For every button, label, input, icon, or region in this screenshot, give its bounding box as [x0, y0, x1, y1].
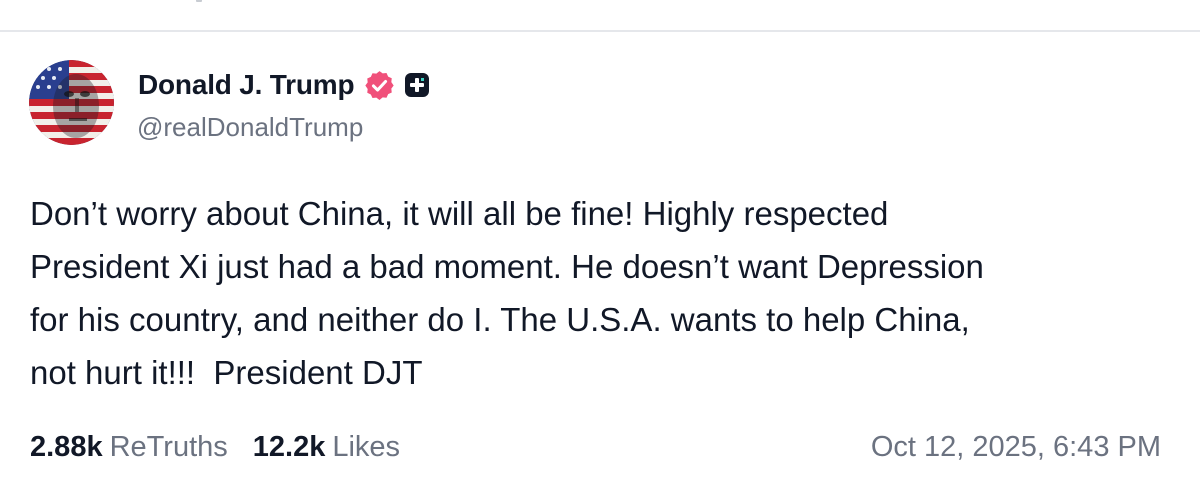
post-stats: 2.88k ReTruths 12.2k Likes	[30, 429, 400, 465]
avatar-image	[29, 60, 114, 145]
retruths-label[interactable]: ReTruths	[110, 431, 228, 464]
post-timestamp[interactable]: Oct 12, 2025, 6:43 PM	[871, 429, 1161, 465]
truth-social-post-page: Donald J. Trump @realDonaldTrump Don’t w…	[0, 0, 1200, 497]
retruths-count[interactable]: 2.88k	[30, 431, 103, 464]
author-handle[interactable]: @realDonaldTrump	[137, 112, 363, 143]
post-card[interactable]: Donald J. Trump @realDonaldTrump Don’t w…	[0, 32, 1200, 497]
likes-label[interactable]: Likes	[332, 431, 400, 464]
likes-count[interactable]: 12.2k	[253, 431, 326, 464]
truth-plus-icon	[404, 72, 430, 98]
avatar[interactable]	[29, 60, 114, 145]
post-body-text: Don’t worry about China, it will all be …	[30, 195, 984, 391]
verified-badge-icon	[363, 69, 396, 102]
author-display-name[interactable]: Donald J. Trump	[138, 69, 355, 101]
previous-post-fragment	[196, 0, 202, 2]
previous-post-remnant	[0, 0, 1200, 30]
author-row: Donald J. Trump	[138, 65, 430, 105]
